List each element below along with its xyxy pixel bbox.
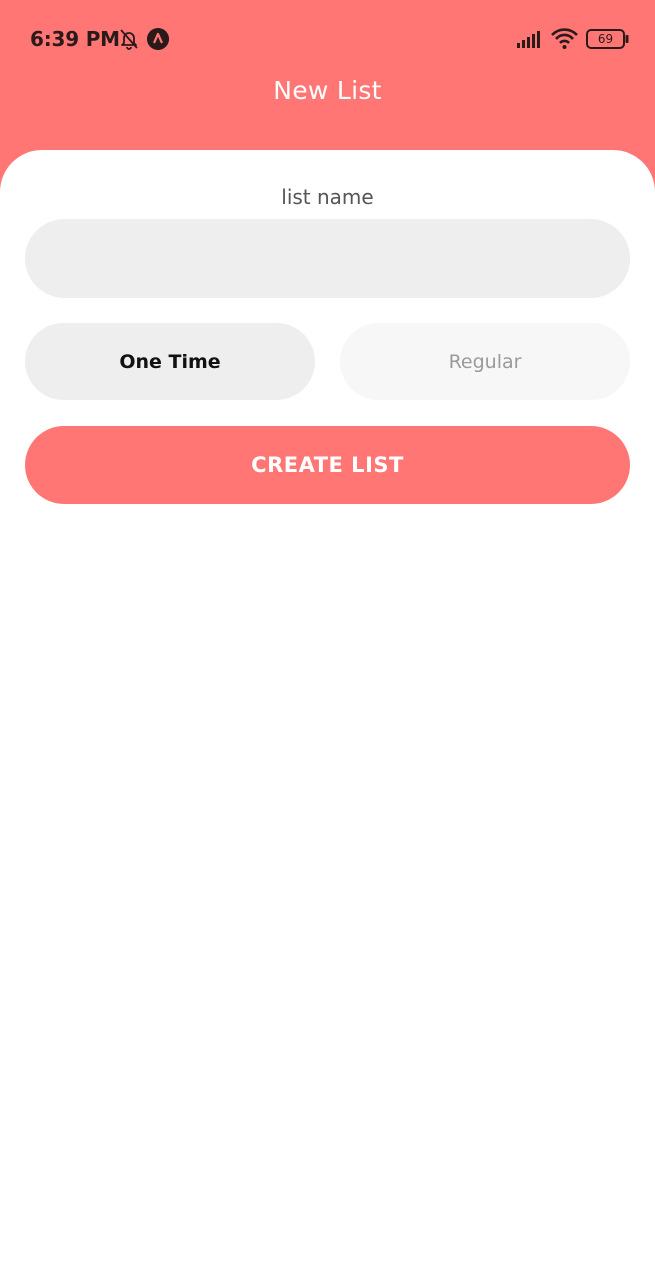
create-list-label: CREATE LIST (251, 453, 404, 477)
battery-level: 69 (597, 32, 614, 46)
type-option-label: One Time (119, 350, 221, 373)
form-sheet (0, 150, 655, 1280)
app-notification-icon (147, 28, 169, 50)
list-name-input[interactable] (25, 219, 630, 298)
type-option-regular[interactable]: Regular (340, 323, 630, 400)
list-name-label: list name (281, 185, 374, 209)
create-list-button[interactable]: CREATE LIST (25, 426, 630, 504)
status-bar: 6:39 PM 69 (0, 0, 655, 78)
page-title: New List (273, 76, 382, 105)
type-option-label: Regular (448, 350, 522, 373)
status-time: 6:39 PM (30, 27, 120, 51)
type-option-one-time[interactable]: One Time (25, 323, 315, 400)
wifi-icon (551, 28, 578, 49)
signal-icon (517, 31, 540, 48)
bell-off-icon (120, 29, 138, 50)
